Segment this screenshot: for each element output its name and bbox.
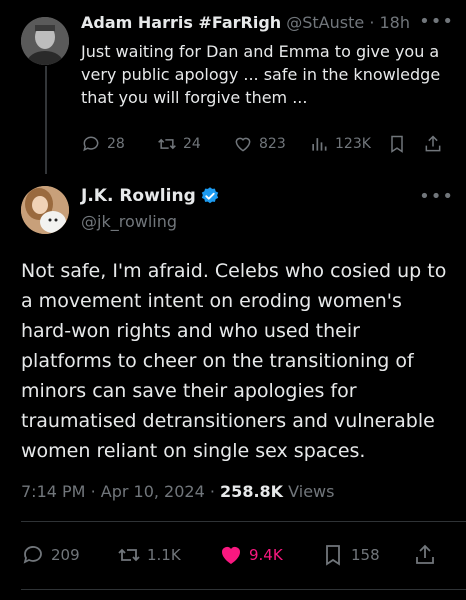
reply-text: Just waiting for Dan and Emma to give yo… [81,42,441,107]
reply-replies-count: 28 [107,136,125,152]
bookmark-icon [391,135,403,153]
reply-icon [23,546,42,564]
repost-icon [158,138,176,150]
reply-reply-button[interactable]: 28 [81,134,125,154]
repost-icon [118,548,140,562]
main-share-button[interactable] [413,543,437,567]
reply-separator: · [369,13,375,32]
verified-badge-icon [201,187,218,204]
main-more-button[interactable]: ••• [419,186,454,207]
reply-bookmark-button[interactable] [387,134,407,154]
share-icon [425,135,441,152]
main-like-button[interactable]: 9.4K [219,543,283,567]
main-reposts-count: 1.1K [147,546,181,564]
reply-like-button[interactable]: 823 [233,134,286,154]
reply-share-button[interactable] [423,134,443,154]
reply-action-bar: 28 24 823 123K [81,134,451,158]
divider-top [21,521,466,522]
main-date[interactable]: Apr 10, 2024 [101,482,205,501]
main-author-row: J.K. Rowling [81,186,220,206]
thread-connector [45,66,47,174]
share-icon [416,544,434,564]
meta-separator-2: · [209,482,215,501]
main-replies-count: 209 [51,546,80,564]
main-avatar[interactable] [21,186,69,234]
reply-views-button[interactable]: 123K [309,134,371,154]
main-views-label: Views [288,482,335,501]
reply-repost-button[interactable]: 24 [157,134,201,154]
like-icon [235,137,251,152]
main-bookmark-button[interactable]: 158 [321,543,380,567]
main-time[interactable]: 7:14 PM [21,482,85,501]
main-bookmarks-count: 158 [351,546,380,564]
reply-author-name[interactable]: Adam Harris #FarRigh [81,13,281,32]
reply-more-button[interactable]: ••• [419,11,454,32]
liked-heart-icon [222,547,240,564]
main-likes-count: 9.4K [249,546,283,564]
reply-header: Adam Harris #FarRigh @StAuste · 18h [81,13,456,32]
bookmark-icon [326,545,340,566]
divider-bottom [21,589,466,590]
reply-reposts-count: 24 [183,136,201,152]
main-tweet-meta: 7:14 PM · Apr 10, 2024 · 258.8K Views [21,482,334,501]
main-repost-button[interactable]: 1.1K [117,543,181,567]
reply-icon [83,136,99,152]
main-views-count[interactable]: 258.8K [220,482,283,501]
views-icon [312,138,327,151]
main-reply-button[interactable]: 209 [21,543,80,567]
reply-avatar[interactable] [21,17,69,65]
main-author-handle[interactable]: @jk_rowling [81,212,177,231]
reply-timestamp[interactable]: 18h [380,13,411,32]
reply-views-count: 123K [335,136,371,152]
main-tweet-text: Not safe, I'm afraid. Celebs who cosied … [21,260,447,462]
reply-likes-count: 823 [259,136,286,152]
meta-separator: · [90,482,96,501]
main-action-bar: 209 1.1K 9.4K 158 [21,543,446,569]
main-author-name[interactable]: J.K. Rowling [81,186,196,206]
reply-author-handle[interactable]: @StAuste [286,13,364,32]
